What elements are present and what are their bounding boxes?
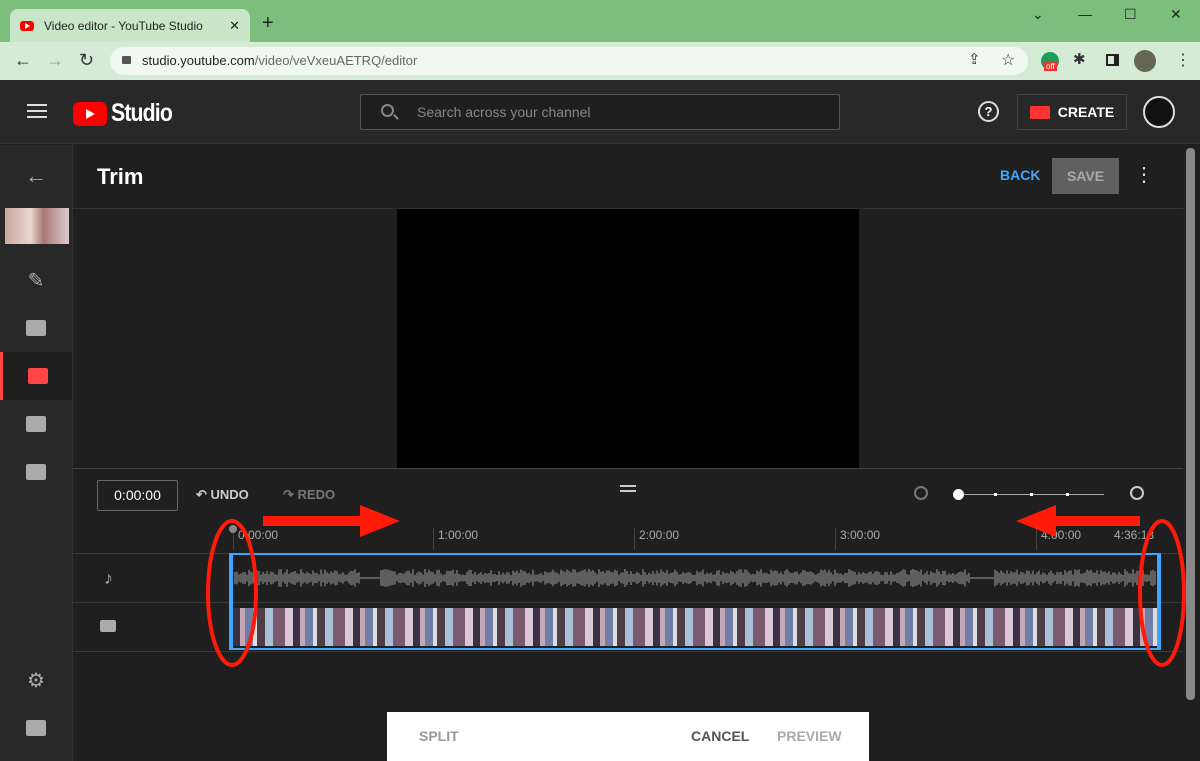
annotation-arrow-right [263, 505, 400, 537]
annotation-overlay [206, 505, 1186, 667]
preview-button[interactable]: PREVIEW [777, 728, 842, 744]
trim-action-bar: SPLIT CANCEL PREVIEW [387, 712, 869, 761]
cancel-button[interactable]: CANCEL [691, 728, 749, 744]
annotation-circle-right [1138, 519, 1186, 667]
annotation-circle-left [206, 519, 258, 667]
split-button[interactable]: SPLIT [419, 728, 459, 744]
annotation-arrow-left [1016, 505, 1140, 537]
scrollbar[interactable] [1186, 148, 1195, 700]
